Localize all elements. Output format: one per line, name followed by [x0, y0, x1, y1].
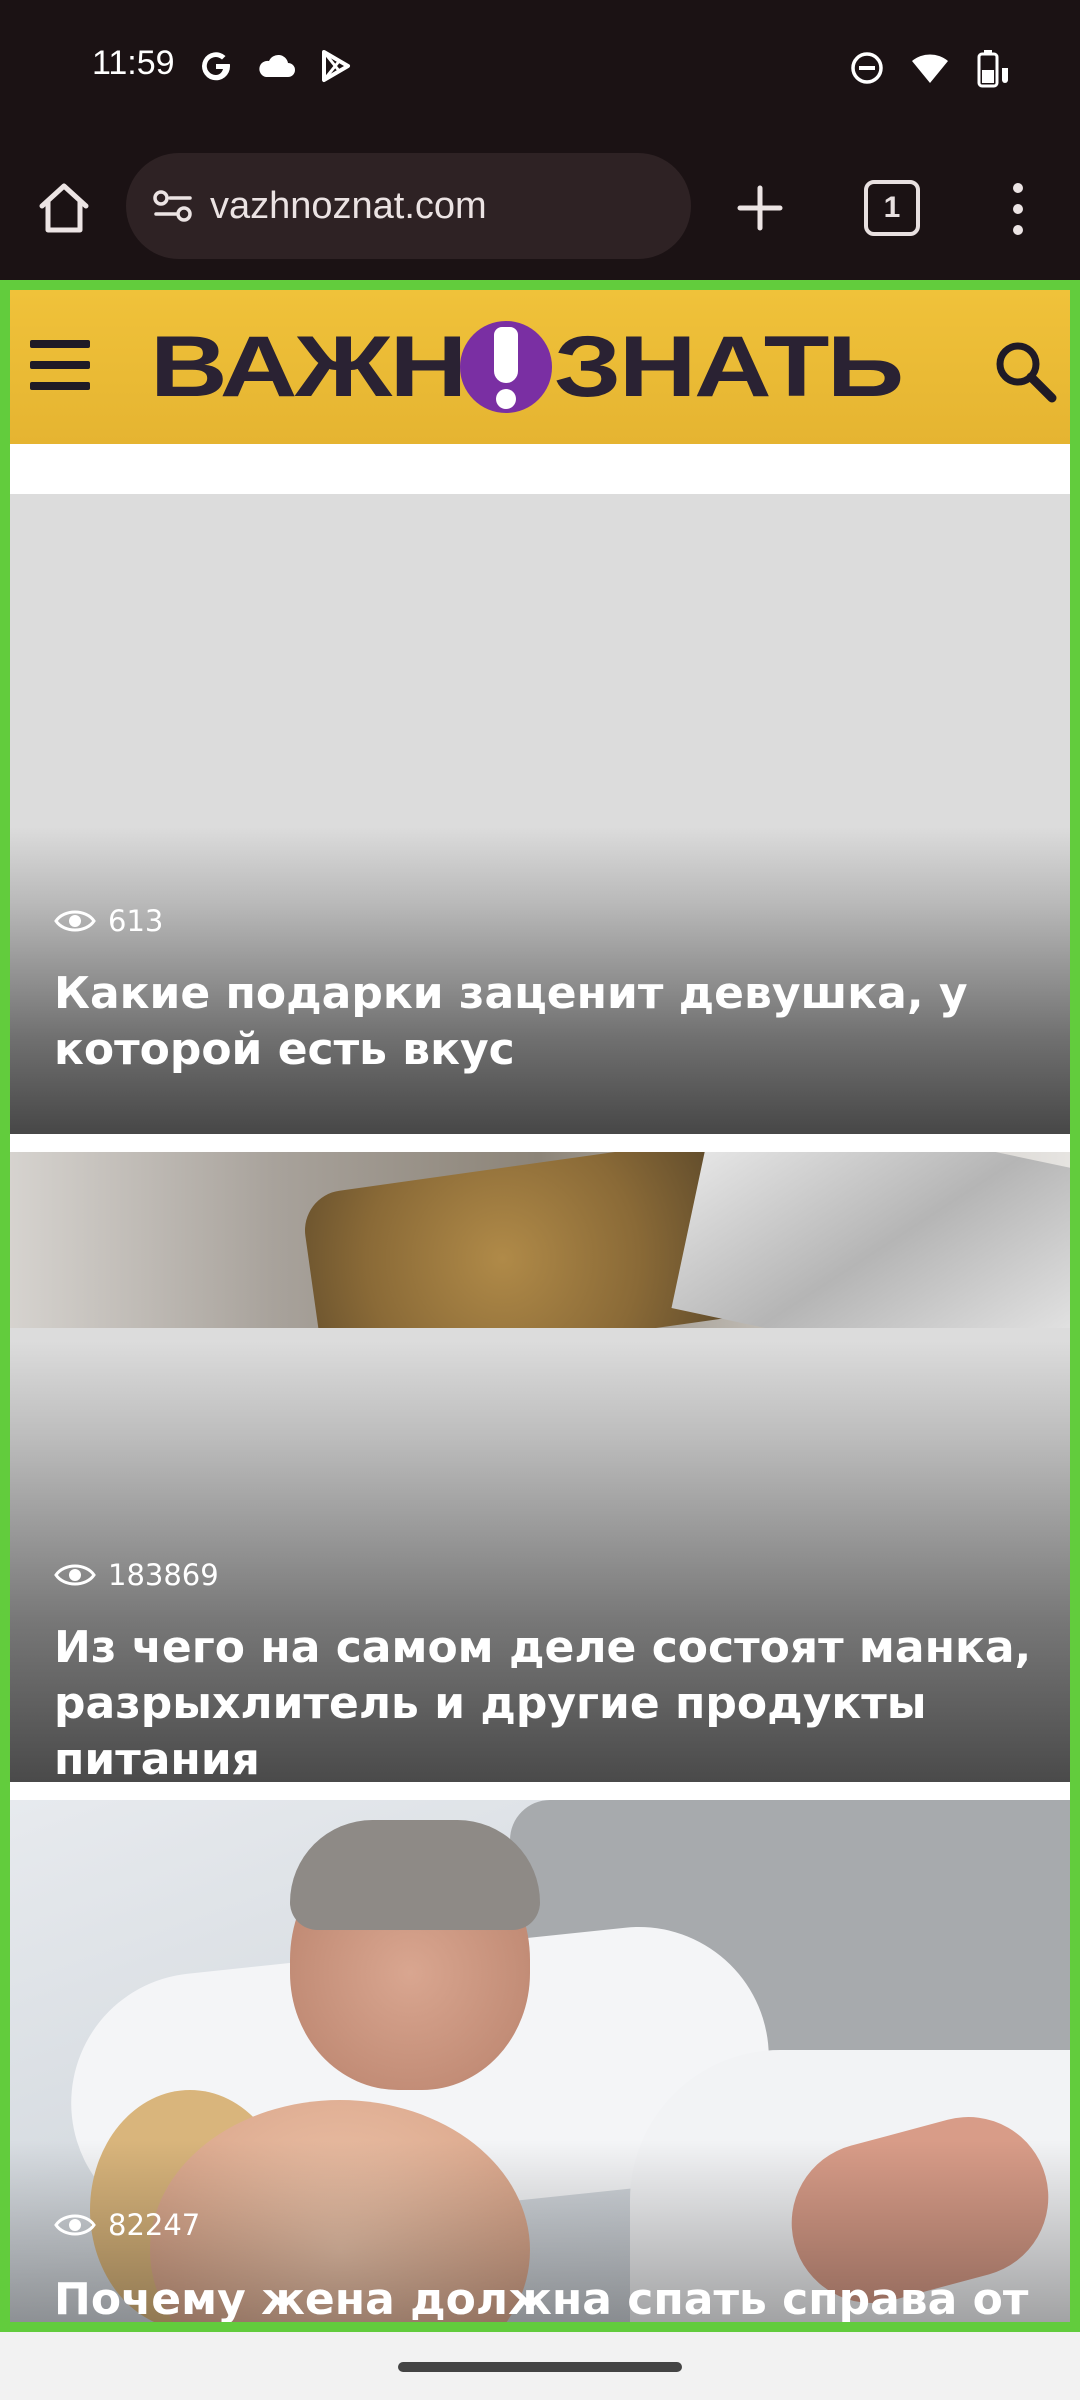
more-menu-icon[interactable] [1000, 178, 1036, 240]
card-divider [10, 1134, 1070, 1152]
google-icon [202, 52, 231, 81]
eye-icon [54, 2214, 96, 2236]
url-text[interactable]: vazhnoznat.com [210, 185, 487, 228]
view-count-value: 82247 [108, 2208, 201, 2242]
view-count: 183869 [54, 1558, 219, 1592]
new-tab-icon[interactable] [730, 178, 790, 238]
status-time: 11:59 [92, 44, 175, 82]
do-not-disturb-icon [851, 52, 883, 84]
hamburger-menu-icon[interactable] [30, 340, 90, 390]
browser-toolbar: vazhnoznat.com 1 [0, 140, 1080, 280]
home-icon[interactable] [34, 178, 94, 238]
article-card[interactable]: 183869 Из чего на самом деле состоят ман… [10, 1152, 1070, 1782]
address-bar[interactable]: vazhnoznat.com [126, 153, 691, 259]
cloud-icon [259, 54, 295, 77]
view-count: 613 [54, 904, 163, 938]
article-card[interactable]: 82247 Почему жена должна спать справа от [10, 1800, 1070, 2332]
tab-switcher-button[interactable]: 1 [864, 180, 920, 236]
logo-exclamation-icon [459, 321, 552, 413]
wifi-icon [912, 54, 948, 83]
view-count-value: 613 [108, 904, 164, 938]
logo-text-right: ЗНАТЬ [553, 318, 904, 415]
gesture-handle[interactable] [398, 2362, 682, 2372]
card-divider [10, 1782, 1070, 1800]
play-store-icon [322, 50, 350, 82]
site-logo[interactable]: ВАЖН ЗНАТЬ [150, 312, 904, 422]
battery-charging-icon [977, 50, 1008, 88]
eye-icon [54, 1564, 96, 1586]
view-count: 82247 [54, 2208, 200, 2242]
eye-icon [54, 910, 96, 932]
article-title[interactable]: Почему жена должна спать справа от [54, 2272, 1044, 2328]
status-notification-icons [198, 48, 354, 84]
article-title[interactable]: Какие подарки заценит девушка, у которой… [54, 966, 1044, 1078]
logo-text-left: ВАЖН [150, 318, 467, 415]
article-title[interactable]: Из чего на самом деле состоят манка, раз… [54, 1620, 1044, 1782]
view-count-value: 183869 [108, 1558, 219, 1592]
navigation-bar [0, 2332, 1080, 2400]
status-bar: 11:59 [0, 0, 1080, 140]
search-icon[interactable] [990, 336, 1060, 406]
site-header: ВАЖН ЗНАТЬ [10, 290, 1070, 444]
article-card[interactable]: 613 Какие подарки заценит девушка, у кот… [10, 494, 1070, 1134]
article-image [10, 1152, 1070, 1328]
web-content: ВАЖН ЗНАТЬ 613 Какие подарки заценит дев… [0, 280, 1080, 2332]
site-info-icon[interactable] [148, 181, 198, 231]
status-system-icons [850, 48, 1010, 88]
header-spacer [10, 444, 1070, 494]
